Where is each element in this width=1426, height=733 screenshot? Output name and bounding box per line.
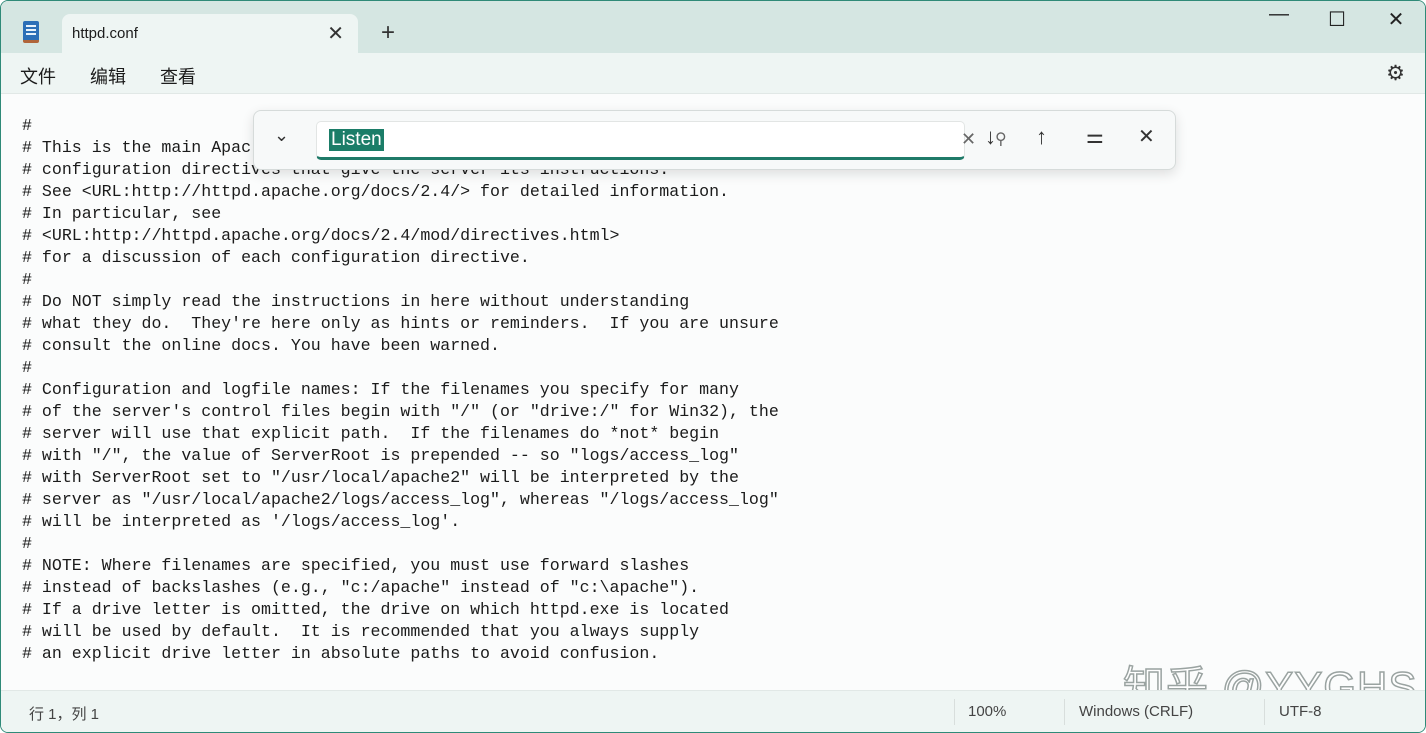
editor-line: # for a discussion of each configuration… [22, 248, 530, 267]
title-bar: httpd.conf ✕ + — ☐ ✕ [1, 1, 1425, 53]
editor-line: # [22, 358, 32, 377]
chevron-down-icon[interactable]: ⌄ [274, 125, 289, 146]
divider [1264, 699, 1265, 725]
menu-edit[interactable]: 编辑 [90, 63, 126, 89]
find-query[interactable]: Listen [329, 129, 384, 151]
editor-line: # See <URL:http://httpd.apache.org/docs/… [22, 182, 730, 201]
editor-line: # NOTE: Where filenames are specified, y… [22, 556, 690, 575]
find-next-arrow-down-icon[interactable]: ↓ [985, 124, 996, 150]
editor-line: # with ServerRoot set to "/usr/local/apa… [22, 468, 739, 487]
encoding: UTF-8 [1279, 703, 1322, 720]
minimize-icon[interactable]: — [1259, 3, 1299, 26]
text-editor[interactable]: # # This is the main Apac # configuration … [1, 95, 1425, 692]
editor-line: # what they do. They're here only as hin… [22, 314, 779, 333]
line-ending: Windows (CRLF) [1079, 703, 1194, 720]
divider [954, 699, 955, 725]
editor-line: # with "/", the value of ServerRoot is p… [22, 446, 739, 465]
tab-httpd-conf[interactable]: httpd.conf ✕ [62, 14, 358, 53]
find-input[interactable]: Listen ✕ ⚲ [316, 121, 1007, 160]
editor-line: # consult the online docs. You have been… [22, 336, 500, 355]
close-tab-icon[interactable]: ✕ [327, 21, 344, 46]
menu-bar: 文件 编辑 查看 ⚙ [1, 53, 1425, 94]
status-bar: 行 1，列 1 100% Windows (CRLF) UTF-8 [1, 690, 1425, 732]
find-options-icon[interactable]: ⚌ [1086, 124, 1104, 149]
editor-lines[interactable]: # # This is the main Apac # configuration … [22, 115, 779, 692]
divider [1064, 699, 1065, 725]
close-window-icon[interactable]: ✕ [1376, 7, 1416, 32]
editor-line: # will be interpreted as '/logs/access_l… [22, 512, 461, 531]
editor-line: # instead of backslashes (e.g., "c:/apac… [22, 578, 700, 597]
editor-line: # If a drive letter is omitted, the driv… [22, 600, 730, 619]
clear-icon[interactable]: ✕ [961, 129, 976, 150]
editor-line: # server will use that explicit path. If… [22, 424, 720, 443]
notepad-icon [23, 21, 39, 43]
cursor-position: 行 1，列 1 [29, 706, 100, 723]
editor-line: # Do NOT simply read the instructions in… [22, 292, 690, 311]
notepad-window: httpd.conf ✕ + — ☐ ✕ 文件 编辑 查看 ⚙ # # This … [0, 0, 1426, 733]
menu-view[interactable]: 查看 [160, 63, 196, 89]
editor-line: # Configuration and logfile names: If th… [22, 380, 739, 399]
editor-line: # of the server's control files begin wi… [22, 402, 779, 421]
tab-title: httpd.conf [72, 25, 138, 42]
editor-line: # [22, 270, 32, 289]
editor-line: # [22, 534, 32, 553]
find-previous-arrow-up-icon[interactable]: ↑ [1036, 124, 1047, 150]
menu-file[interactable]: 文件 [20, 63, 56, 89]
close-find-icon[interactable]: ✕ [1138, 124, 1155, 149]
editor-line: # server as "/usr/local/apache2/logs/acc… [22, 490, 779, 509]
settings-gear-icon[interactable]: ⚙ [1386, 61, 1405, 86]
new-tab-plus-icon[interactable]: + [381, 19, 395, 47]
find-bar: ⌄ Listen ✕ ⚲ ↓ ↑ ⚌ ✕ [253, 110, 1176, 170]
editor-line: # In particular, see [22, 204, 222, 223]
zoom-level: 100% [968, 703, 1007, 720]
search-icon[interactable]: ⚲ [995, 129, 1007, 149]
maximize-icon[interactable]: ☐ [1317, 7, 1357, 32]
editor-line: # <URL:http://httpd.apache.org/docs/2.4/… [22, 226, 620, 245]
editor-line: # an explicit drive letter in absolute p… [22, 644, 660, 663]
editor-line: # will be used by default. It is recomme… [22, 622, 700, 641]
